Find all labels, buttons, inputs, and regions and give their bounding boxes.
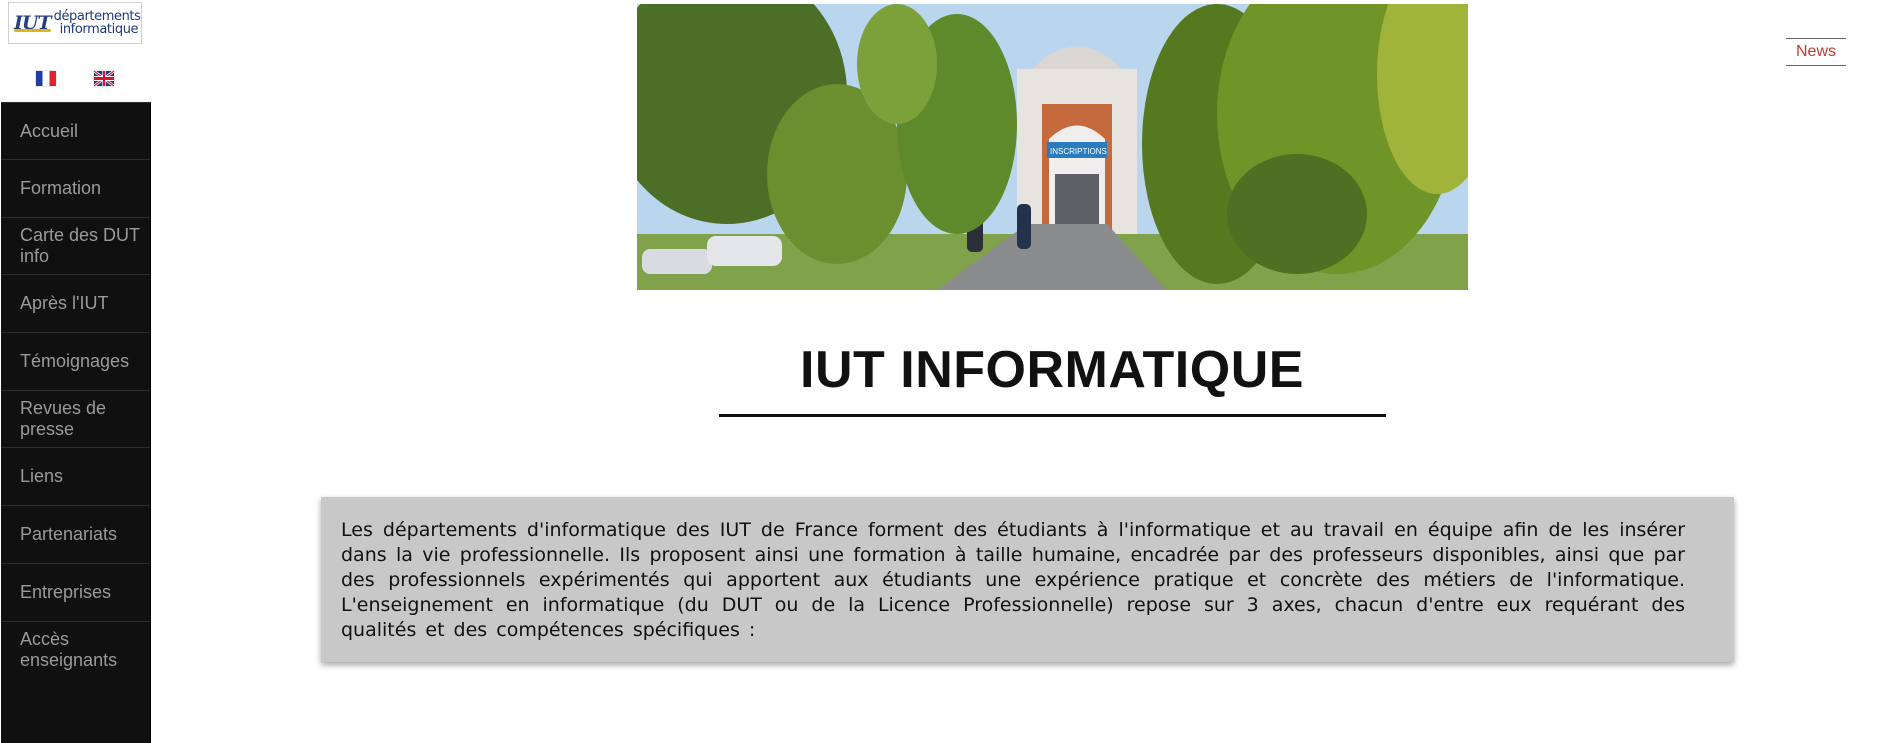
logo-mark: IUT bbox=[14, 12, 52, 34]
sidebar-item-formation[interactable]: Formation bbox=[1, 159, 150, 217]
sidebar-item-carte-des-dut-info[interactable]: Carte des DUT info bbox=[1, 217, 150, 274]
language-switcher bbox=[0, 63, 150, 93]
logo-text: départements informatique bbox=[54, 10, 141, 36]
intro-text: Les départements d'informatique des IUT … bbox=[341, 519, 1685, 641]
page-title: IUT INFORMATIQUE bbox=[800, 341, 1304, 399]
title-underline bbox=[719, 414, 1386, 417]
sidebar-item-entreprises[interactable]: Entreprises bbox=[1, 563, 150, 621]
hero-sign: INSCRIPTIONS bbox=[1050, 147, 1107, 156]
intro-box: Les départements d'informatique des IUT … bbox=[321, 497, 1734, 662]
sidebar-item-temoignages[interactable]: Témoignages bbox=[1, 332, 150, 390]
sidebar: IUT départements informatique Accueil For… bbox=[0, 0, 151, 743]
logo-line-2: informatique bbox=[59, 22, 139, 37]
sidebar-item-apres-l-iut[interactable]: Après l'IUT bbox=[1, 274, 150, 332]
hero-image: INSCRIPTIONS bbox=[637, 4, 1468, 290]
sidebar-item-liens[interactable]: Liens bbox=[1, 447, 150, 505]
main-nav: Accueil Formation Carte des DUT info Après … bbox=[1, 102, 151, 743]
site-logo[interactable]: IUT départements informatique bbox=[8, 2, 142, 44]
sidebar-item-accueil[interactable]: Accueil bbox=[1, 102, 150, 159]
french-flag-icon[interactable] bbox=[36, 70, 56, 86]
sidebar-item-partenariats[interactable]: Partenariats bbox=[1, 505, 150, 563]
uk-flag-icon[interactable] bbox=[94, 70, 114, 86]
sidebar-item-revues-de-presse[interactable]: Revues de presse bbox=[1, 390, 150, 447]
news-link[interactable]: News bbox=[1786, 38, 1846, 66]
sidebar-item-acces-enseignants[interactable]: Accès enseignants bbox=[1, 621, 150, 678]
